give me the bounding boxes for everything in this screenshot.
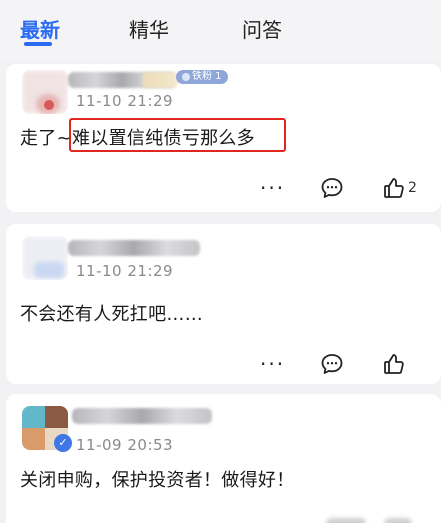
tab-bar: 最新 精华 问答	[0, 0, 441, 60]
more-button[interactable]: ···	[260, 354, 285, 374]
tab-latest[interactable]: 最新	[20, 14, 60, 43]
post-card[interactable]: 铁粉 1 11-10 21:29 走了~难以置信纯债亏那么多 ··· 2	[6, 64, 441, 212]
action-row-partial	[384, 518, 412, 523]
like-button[interactable]: 2	[382, 176, 417, 200]
post-content[interactable]: 不会还有人死扛吧……	[20, 300, 203, 326]
username-blurred[interactable]	[68, 240, 200, 256]
post-card[interactable]: ✓ 11-09 20:53 关闭申购，保护投资者！做得好！	[6, 394, 441, 523]
like-button[interactable]	[382, 352, 408, 376]
like-count: 2	[408, 180, 417, 196]
thumbs-up-icon	[384, 178, 404, 198]
avatar[interactable]	[22, 236, 68, 280]
post-time: 11-09 20:53	[76, 436, 174, 454]
tab-featured[interactable]: 精华	[129, 14, 169, 43]
fan-badge-label: 铁粉 1	[192, 71, 222, 82]
username-blurred[interactable]	[72, 408, 212, 424]
more-dots-icon: ···	[260, 176, 286, 200]
comment-button[interactable]	[320, 352, 344, 376]
avatar[interactable]	[22, 70, 68, 114]
level-badge-blurred	[142, 72, 178, 88]
comment-bubble-icon	[321, 354, 343, 374]
post-content[interactable]: 关闭申购，保护投资者！做得好！	[20, 466, 295, 492]
action-row-partial	[326, 518, 366, 523]
more-button[interactable]: ···	[260, 178, 285, 198]
comment-button[interactable]	[320, 176, 344, 200]
post-time: 11-10 21:29	[76, 262, 174, 280]
fan-badge: 铁粉 1	[176, 70, 228, 84]
thumbs-up-icon	[384, 354, 404, 374]
comment-bubble-icon	[321, 178, 343, 198]
post-time: 11-10 21:29	[76, 92, 174, 110]
more-dots-icon: ···	[260, 352, 286, 376]
fan-badge-icon	[182, 73, 190, 81]
tab-qa[interactable]: 问答	[242, 14, 282, 43]
active-tab-indicator	[24, 42, 52, 46]
highlight-annotation-box	[69, 118, 286, 152]
post-card[interactable]: 11-10 21:29 不会还有人死扛吧…… ···	[6, 224, 441, 384]
verified-icon: ✓	[54, 434, 72, 452]
